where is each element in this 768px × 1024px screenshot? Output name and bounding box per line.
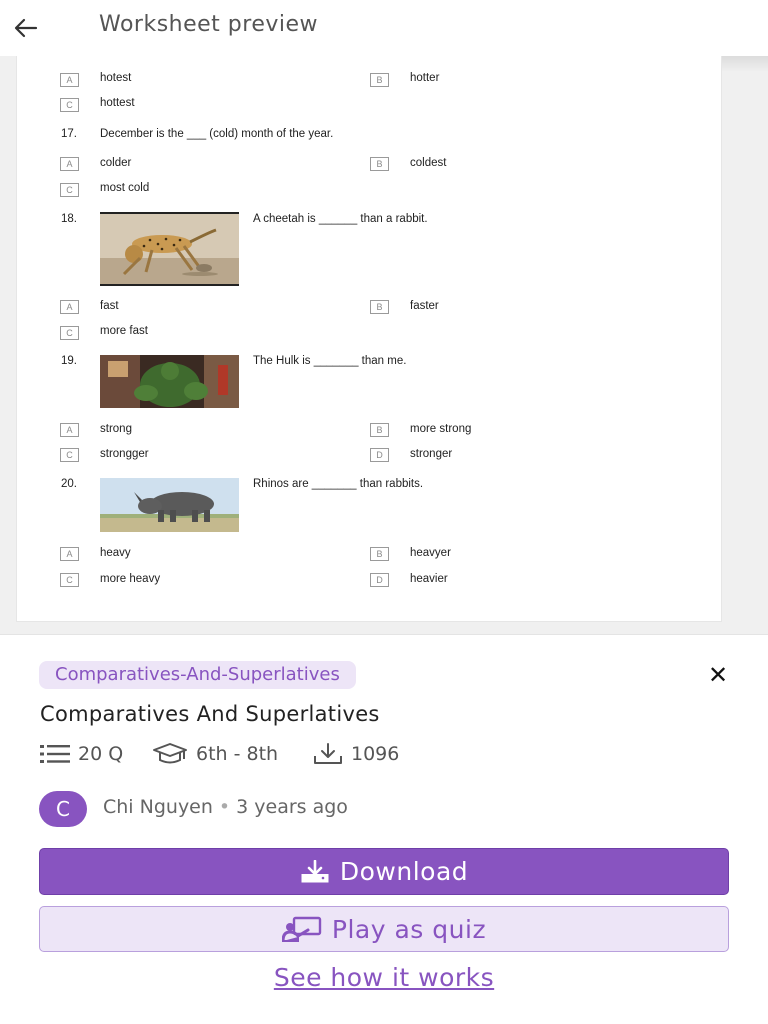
option-text: more strong	[410, 423, 472, 435]
download-count: 1096	[313, 740, 399, 768]
question-text: Rhinos are _______ than rabbits.	[253, 478, 424, 490]
option-text: fast	[100, 300, 119, 312]
option-box-b: B	[370, 423, 389, 437]
scroll-shadow	[722, 56, 768, 72]
option-text: strong	[100, 423, 132, 435]
option-text: colder	[100, 157, 132, 169]
rhino-image	[100, 478, 239, 532]
option-box-c: C	[60, 183, 79, 197]
question-count: 20 Q	[40, 740, 123, 768]
avatar[interactable]: C	[39, 791, 87, 827]
worksheet-title: Comparatives And Superlatives	[40, 702, 380, 726]
question-number: 20.	[61, 478, 77, 490]
grade-range-text: 6th - 8th	[196, 743, 279, 765]
hulk-image	[100, 355, 239, 408]
author-name[interactable]: Chi Nguyen	[103, 796, 213, 818]
download-tray-icon	[314, 743, 342, 764]
option-text: hottest	[100, 97, 135, 109]
back-arrow-icon[interactable]	[12, 14, 40, 42]
top-bar: Worksheet preview	[0, 0, 768, 56]
option-box-d: D	[370, 573, 389, 587]
option-box-a: A	[60, 157, 79, 171]
question-text: December is the ___ (cold) month of the …	[100, 128, 334, 140]
author-line: Chi Nguyen • 3 years ago	[103, 796, 348, 818]
option-box-b: B	[370, 157, 389, 171]
option-text: hotter	[410, 72, 440, 84]
topic-tag[interactable]: Comparatives-And-Superlatives	[39, 661, 356, 689]
option-text: hotest	[100, 72, 132, 84]
option-text: heavyer	[410, 547, 451, 559]
option-box-c: C	[60, 448, 79, 462]
option-text: stronger	[410, 448, 453, 460]
option-text: strongger	[100, 448, 149, 460]
cheetah-image	[100, 212, 239, 286]
close-icon[interactable]: ✕	[706, 663, 730, 688]
graduation-cap-icon	[153, 743, 187, 764]
question-number: 17.	[61, 128, 77, 140]
play-label: Play as quiz	[331, 914, 487, 944]
option-text: heavy	[100, 547, 131, 559]
option-text: coldest	[410, 157, 447, 169]
present-icon	[281, 916, 322, 942]
grade-range: 6th - 8th	[152, 740, 278, 768]
option-text: faster	[410, 300, 439, 312]
play-as-quiz-button[interactable]: Play as quiz	[39, 906, 729, 952]
download-label: Download	[339, 857, 469, 886]
question-text: The Hulk is _______ than me.	[253, 355, 407, 367]
download-button[interactable]: Download	[39, 848, 729, 895]
option-box-d: D	[370, 448, 389, 462]
list-icon	[40, 745, 70, 763]
option-box-c: C	[60, 98, 79, 112]
download-count-text: 1096	[351, 743, 400, 765]
question-number: 18.	[61, 213, 77, 225]
question-number: 19.	[61, 355, 77, 367]
worksheet-sheet[interactable]: A hotest B hotter C hottest 17. December…	[16, 56, 722, 622]
see-how-it-works-link[interactable]: See how it works	[0, 963, 768, 992]
option-box-a: A	[60, 547, 79, 561]
option-text: more heavy	[100, 573, 161, 585]
download-icon	[301, 859, 329, 882]
option-box-a: A	[60, 73, 79, 87]
option-box-b: B	[370, 300, 389, 314]
option-box-c: C	[60, 326, 79, 340]
option-box-c: C	[60, 573, 79, 587]
option-box-a: A	[60, 423, 79, 437]
question-text: A cheetah is ______ than a rabbit.	[253, 213, 428, 225]
separator-dot: •	[218, 796, 231, 818]
option-box-b: B	[370, 73, 389, 87]
option-box-b: B	[370, 547, 389, 561]
option-text: heavier	[410, 573, 448, 585]
option-box-a: A	[60, 300, 79, 314]
question-count-text: 20 Q	[78, 743, 124, 765]
option-text: more fast	[100, 325, 148, 337]
page-title: Worksheet preview	[99, 12, 319, 37]
option-text: most cold	[100, 182, 150, 194]
time-ago: 3 years ago	[236, 796, 348, 818]
